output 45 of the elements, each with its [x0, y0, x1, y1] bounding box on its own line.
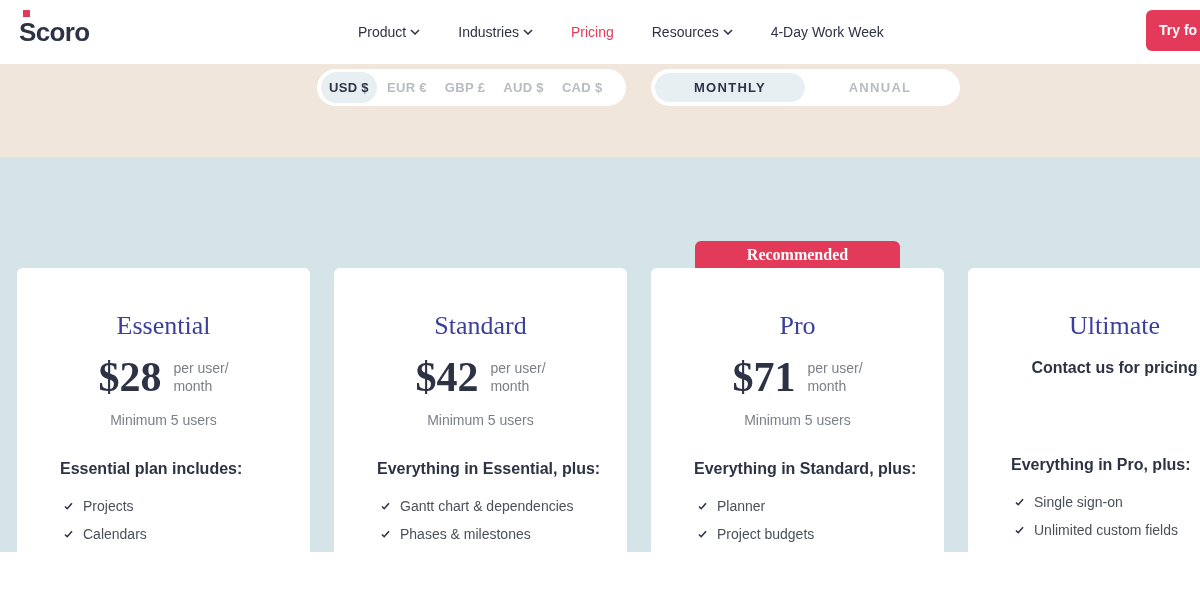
recommended-badge: Recommended: [695, 241, 900, 268]
minimum-users: Minimum 5 users: [109, 411, 218, 430]
plan-name: Essential: [115, 310, 212, 342]
includes-heading: Essential plan includes:: [59, 459, 244, 479]
feature-text: Calendars: [83, 524, 147, 544]
feature-text: Projects: [83, 496, 134, 516]
check-icon: [381, 530, 390, 538]
check-icon: [381, 502, 390, 510]
nav-link[interactable]: Pricing: [570, 21, 614, 43]
check-icon: [1015, 526, 1024, 534]
feature-text: Single sign-on: [1034, 492, 1123, 512]
logo-mark-icon: [23, 9, 30, 17]
price: $28: [98, 356, 162, 398]
price-unit: per user/ month: [807, 359, 863, 395]
check-icon: [64, 502, 73, 510]
billing-option[interactable]: MONTHLY: [655, 73, 805, 102]
plan-name: Standard: [433, 310, 528, 342]
feature-text: Project budgets: [717, 524, 815, 544]
minimum-users: Minimum 5 users: [743, 411, 852, 430]
check-icon: [698, 502, 707, 510]
includes-heading: Everything in Standard, plus:: [693, 459, 918, 479]
check-icon: [1015, 498, 1024, 506]
feature-text: Gantt chart & dependencies: [400, 496, 574, 516]
currency-option[interactable]: USD $: [321, 72, 377, 103]
nav-link[interactable]: 4-Day Work Week: [770, 21, 884, 43]
feature-text: Phases & milestones: [400, 524, 531, 544]
nav-link[interactable]: Product: [358, 21, 421, 43]
nav-link[interactable]: Resources: [651, 21, 733, 43]
price: $71: [732, 356, 796, 398]
contact-text: Contact us for pricing: [1030, 358, 1199, 378]
plan-name: Pro: [778, 310, 817, 342]
check-icon: [64, 530, 73, 538]
price-unit: per user/ month: [173, 359, 229, 395]
plan-name: Ultimate: [1068, 310, 1161, 342]
logo[interactable]: Scoro: [19, 16, 90, 47]
check-icon: [698, 530, 707, 538]
nav-link[interactable]: Industries: [458, 21, 533, 43]
feature-text: Planner: [717, 496, 766, 516]
price: $42: [415, 356, 479, 398]
minimum-users: Minimum 5 users: [426, 411, 535, 430]
includes-heading: Everything in Essential, plus:: [376, 459, 602, 479]
price-unit: per user/ month: [490, 359, 546, 395]
try-free-button[interactable]: Try fo: [1146, 10, 1200, 51]
includes-heading: Everything in Pro, plus:: [1010, 455, 1192, 475]
feature-text: Unlimited custom fields: [1034, 520, 1178, 540]
